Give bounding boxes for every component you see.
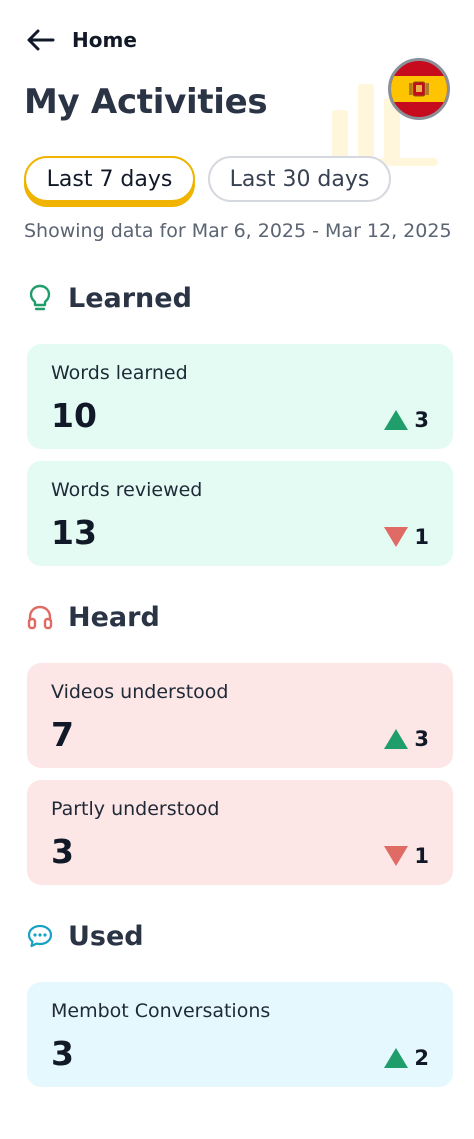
trend-up-icon (384, 1048, 409, 1068)
stat-value: 13 (51, 513, 97, 552)
stat-card-words-reviewed[interactable]: Words reviewed 13 1 (27, 461, 453, 566)
delta-value: 3 (414, 727, 429, 751)
chat-bubble-icon (24, 920, 56, 952)
stat-value: 10 (51, 396, 97, 435)
top-bar: Home (26, 24, 137, 56)
section-title: Learned (68, 282, 192, 314)
section-learned-header: Learned (24, 282, 192, 314)
trend-down-icon (384, 527, 409, 547)
date-range-caption: Showing data for Mar 6, 2025 - Mar 12, 2… (24, 220, 452, 242)
stat-delta: 3 (384, 727, 429, 751)
page-title: My Activities (24, 82, 268, 122)
headphones-icon (24, 601, 56, 633)
home-link[interactable]: Home (72, 28, 137, 52)
stat-delta: 3 (384, 408, 429, 432)
stat-value: 3 (51, 832, 74, 871)
lightbulb-icon (24, 282, 56, 314)
spain-flag-icon[interactable] (388, 58, 450, 120)
date-range-toggle: Last 7 days Last 30 days (24, 156, 391, 202)
stat-label: Videos understood (51, 681, 229, 703)
delta-value: 1 (414, 844, 429, 868)
stat-card-partly-understood[interactable]: Partly understood 3 1 (27, 780, 453, 885)
stat-value: 3 (51, 1034, 74, 1073)
stat-label: Partly understood (51, 798, 220, 820)
stat-delta: 1 (384, 525, 429, 549)
range-last-30-days[interactable]: Last 30 days (208, 156, 391, 202)
section-heard-header: Heard (24, 601, 160, 633)
stat-card-videos-understood[interactable]: Videos understood 7 3 (27, 663, 453, 768)
trend-down-icon (384, 846, 409, 866)
stat-value: 7 (51, 715, 74, 754)
section-title: Used (68, 920, 144, 952)
delta-value: 3 (414, 408, 429, 432)
range-last-7-days[interactable]: Last 7 days (24, 156, 195, 202)
stat-delta: 2 (384, 1046, 429, 1070)
stat-card-membot-conversations[interactable]: Membot Conversations 3 2 (27, 982, 453, 1087)
stat-delta: 1 (384, 844, 429, 868)
stat-label: Words learned (51, 362, 188, 384)
stat-label: Membot Conversations (51, 1000, 271, 1022)
trend-up-icon (384, 729, 409, 749)
section-title: Heard (68, 601, 160, 633)
delta-value: 2 (414, 1046, 429, 1070)
stat-label: Words reviewed (51, 479, 203, 501)
stat-card-words-learned[interactable]: Words learned 10 3 (27, 344, 453, 449)
back-arrow-icon[interactable] (26, 25, 56, 55)
section-used-header: Used (24, 920, 144, 952)
delta-value: 1 (414, 525, 429, 549)
trend-up-icon (384, 410, 409, 430)
